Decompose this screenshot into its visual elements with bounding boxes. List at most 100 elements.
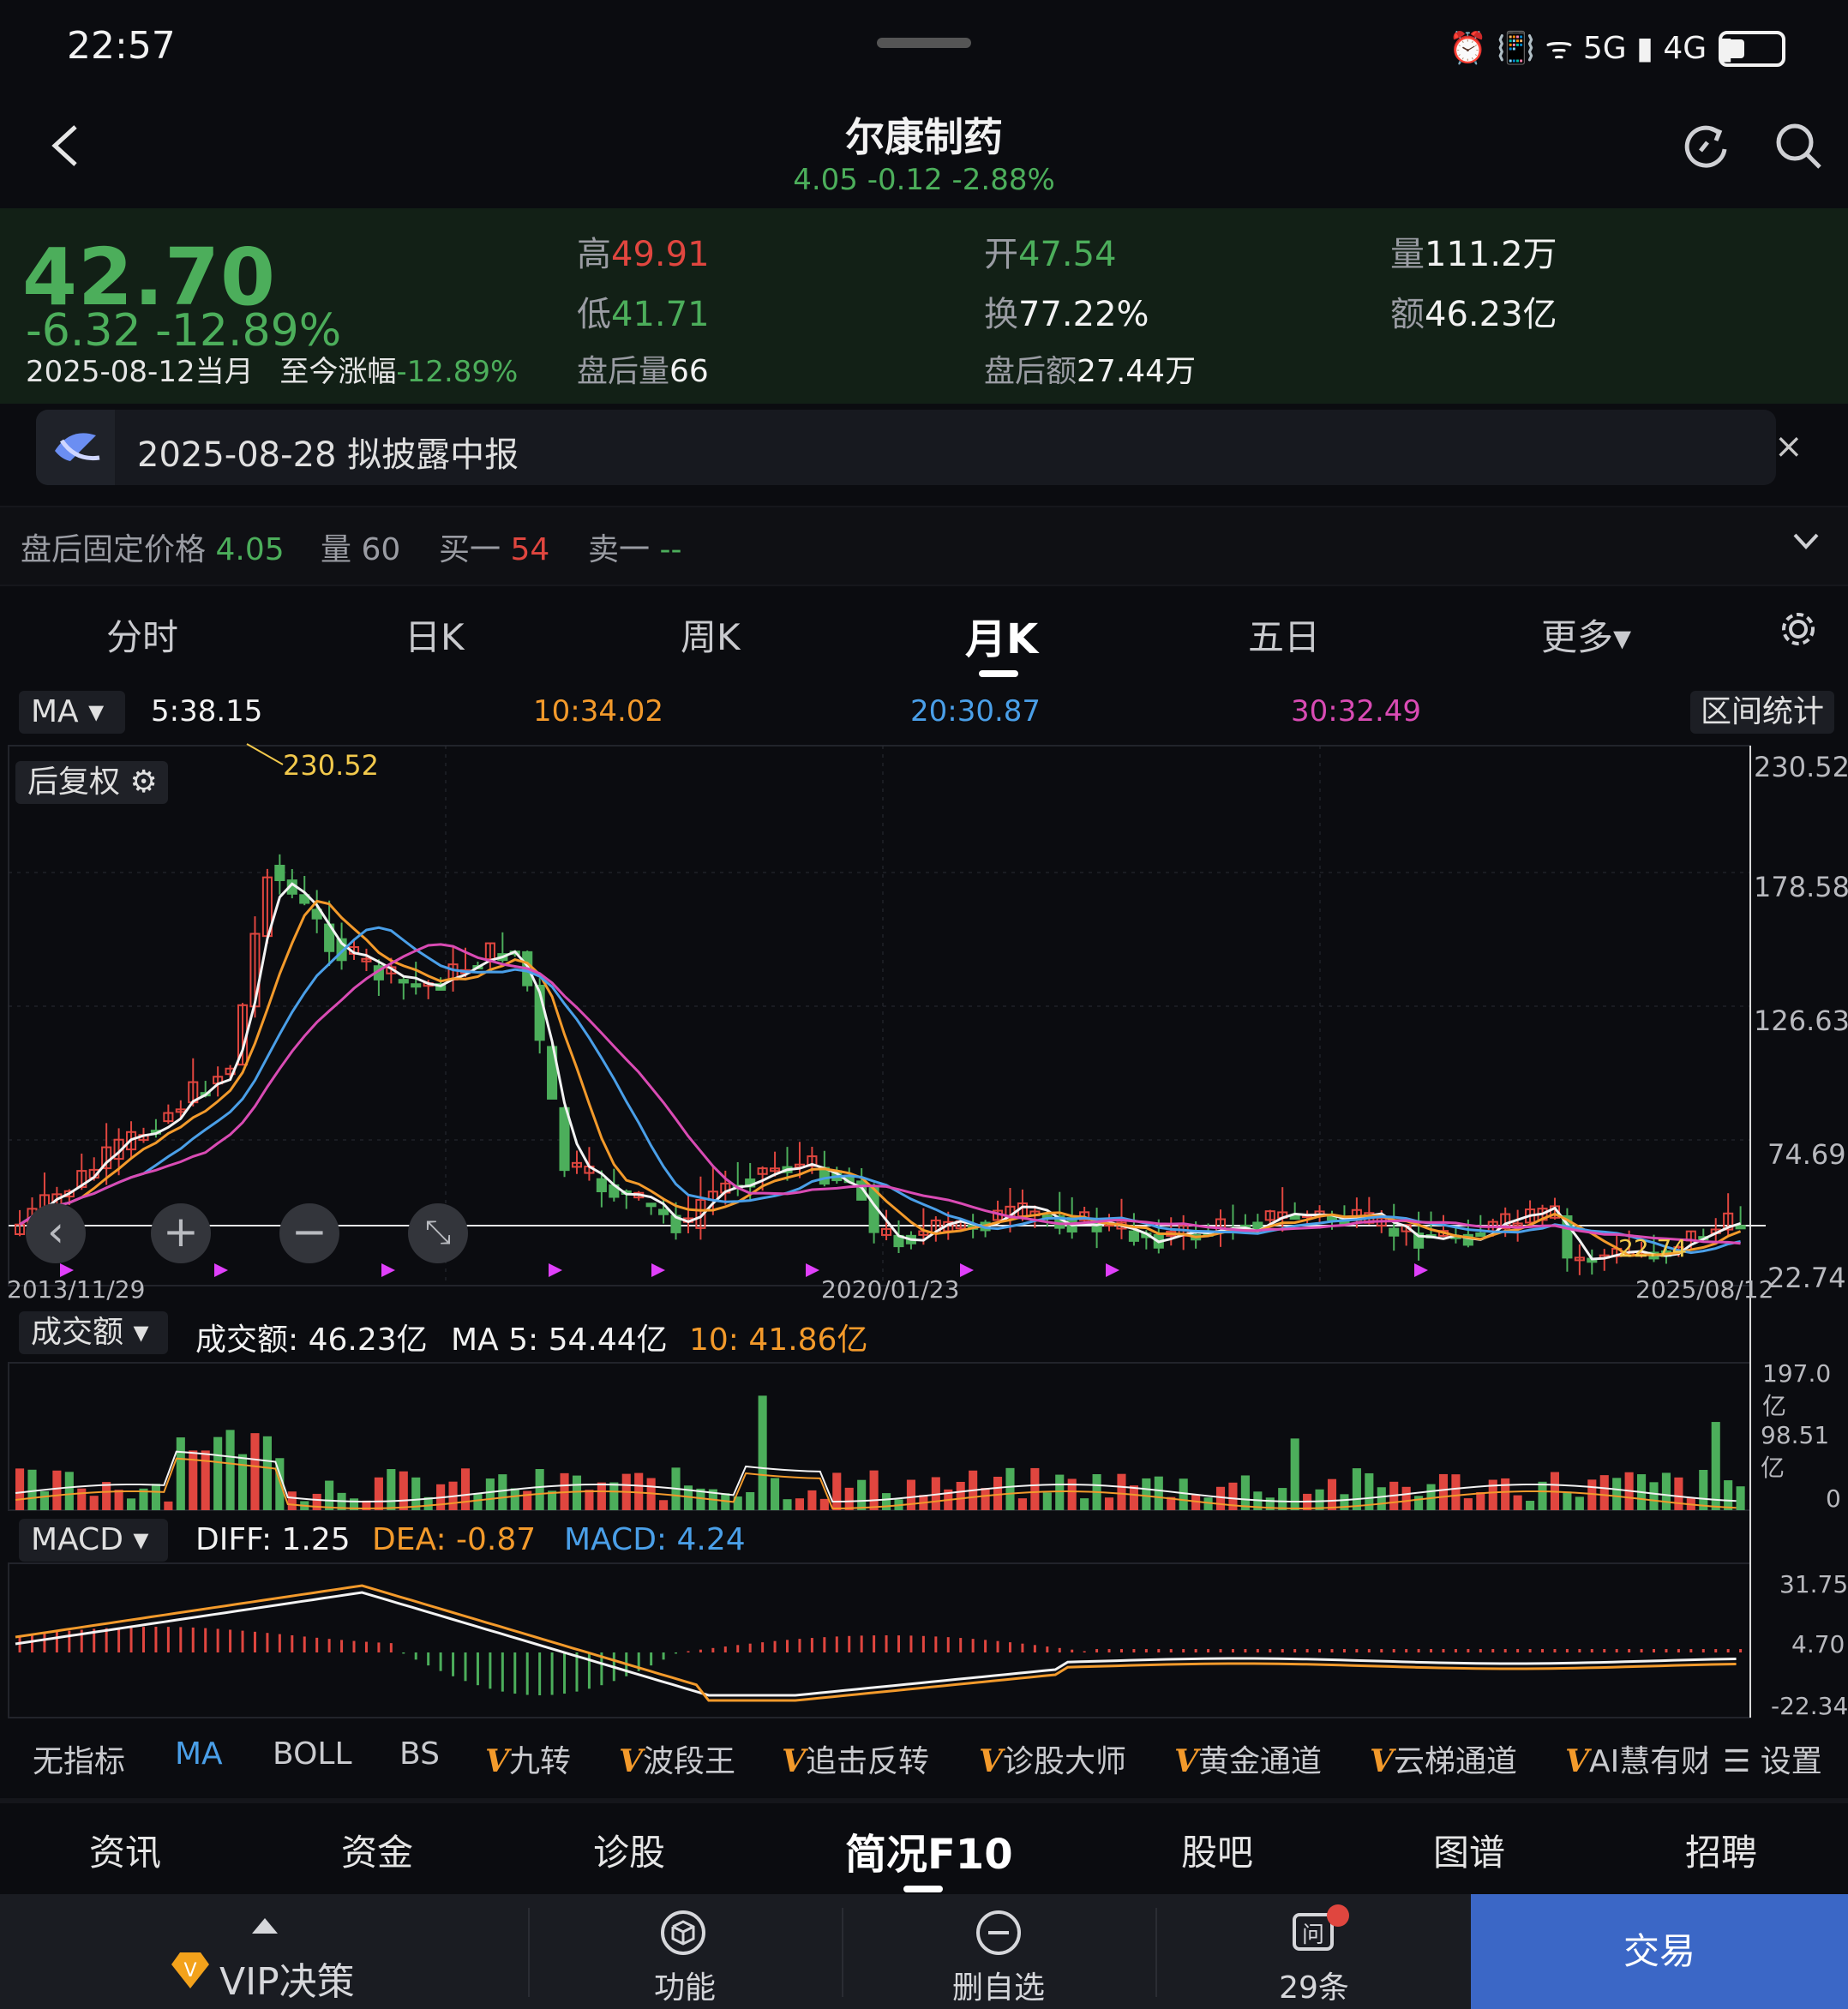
volume-bar bbox=[102, 1482, 111, 1510]
volume-bar bbox=[1414, 1496, 1424, 1510]
max-price-label: 230.52 bbox=[283, 749, 379, 782]
volume-bar bbox=[1513, 1495, 1522, 1510]
tab-jobs[interactable]: 招聘 bbox=[1685, 1824, 1757, 1876]
volume-bar bbox=[411, 1477, 421, 1510]
function-button[interactable]: 功能 bbox=[621, 1963, 749, 2007]
vol-tick-2: 0 bbox=[1826, 1484, 1841, 1513]
candle-body bbox=[1735, 1225, 1746, 1230]
vol-tick-0: 197.0亿 bbox=[1762, 1359, 1832, 1420]
ind-zhuiji[interactable]: V追击反转 bbox=[782, 1736, 929, 1781]
volume-bar bbox=[1290, 1438, 1299, 1510]
ind-settings[interactable]: ☰ 设置 bbox=[1719, 1736, 1822, 1781]
bs-marker bbox=[1414, 1263, 1428, 1277]
volume-bars bbox=[15, 1395, 1745, 1510]
fullscreen-button[interactable]: ⤡ bbox=[408, 1203, 468, 1263]
adjust-tag[interactable]: 后复权 ⚙ bbox=[15, 761, 168, 804]
ind-ma[interactable]: MA bbox=[175, 1736, 223, 1772]
volume-bar bbox=[151, 1484, 160, 1510]
macd-tick-2: -22.34 bbox=[1771, 1692, 1848, 1720]
volume-bar bbox=[1142, 1478, 1151, 1510]
ind-boduanwang[interactable]: V波段王 bbox=[619, 1736, 735, 1781]
ind-zhengu[interactable]: V诊股大师 bbox=[979, 1736, 1126, 1781]
ind-boll[interactable]: BOLL bbox=[273, 1736, 352, 1772]
volume-bar bbox=[1488, 1479, 1497, 1510]
macd-tick-1: 4.70 bbox=[1791, 1630, 1845, 1658]
volume-bar bbox=[659, 1500, 669, 1510]
notification-dot bbox=[1327, 1904, 1349, 1927]
zoom-in-button[interactable]: + bbox=[151, 1203, 211, 1263]
volume-bar bbox=[1067, 1478, 1077, 1510]
candle-body bbox=[596, 1178, 607, 1193]
candle-body bbox=[1475, 1232, 1486, 1237]
volume-bar bbox=[15, 1468, 25, 1510]
macd-diff: DIFF: 1.25 bbox=[195, 1522, 351, 1557]
toolbar-divider bbox=[1155, 1908, 1157, 1997]
vip-decision-button[interactable]: VIP决策 bbox=[219, 1951, 355, 2006]
volume-bar bbox=[325, 1480, 334, 1510]
svg-text:问: 问 bbox=[1302, 1922, 1324, 1948]
volume-bar bbox=[1711, 1422, 1720, 1510]
messages-button[interactable]: 29条 bbox=[1250, 1963, 1378, 2007]
ind-jiuzhuan[interactable]: V九转 bbox=[485, 1736, 571, 1781]
volume-bar bbox=[64, 1472, 74, 1510]
ma-lines bbox=[19, 882, 1742, 1261]
y-tick-0: 230.52 bbox=[1754, 751, 1848, 783]
volume-bar bbox=[1179, 1478, 1188, 1510]
trade-button[interactable]: 交易 bbox=[1471, 1894, 1848, 2009]
volume-bar bbox=[1612, 1478, 1622, 1510]
volume-bar bbox=[176, 1437, 185, 1510]
tab-graph[interactable]: 图谱 bbox=[1433, 1824, 1505, 1876]
volume-bar bbox=[1240, 1475, 1250, 1510]
volume-bar bbox=[1476, 1491, 1485, 1510]
volume-bar bbox=[1055, 1474, 1065, 1510]
volume-bar bbox=[869, 1470, 879, 1510]
ind-bs[interactable]: BS bbox=[399, 1736, 440, 1772]
volume-bar bbox=[498, 1474, 507, 1510]
ind-yunti[interactable]: V云梯通道 bbox=[1370, 1736, 1517, 1781]
kline-chart[interactable] bbox=[0, 0, 1848, 2009]
zoom-out-button[interactable]: − bbox=[279, 1203, 339, 1263]
chevron-up-icon[interactable] bbox=[250, 1916, 279, 1939]
volume-bar bbox=[510, 1488, 519, 1510]
macd-value: MACD: 4.24 bbox=[564, 1522, 746, 1557]
volume-bar bbox=[882, 1493, 891, 1510]
cube-icon bbox=[660, 1910, 706, 1959]
macd-indicator-select[interactable]: MACD ▾ bbox=[19, 1519, 168, 1562]
candle-body bbox=[1128, 1230, 1139, 1242]
volume-bar bbox=[1005, 1467, 1015, 1510]
candle-body bbox=[645, 1202, 657, 1208]
volume-bar bbox=[535, 1469, 544, 1510]
ind-ai[interactable]: VAI慧有财 bbox=[1565, 1736, 1707, 1781]
volume-bar bbox=[857, 1479, 867, 1510]
macd-series bbox=[15, 1584, 1743, 1702]
scroll-left-button[interactable]: ‹ bbox=[26, 1203, 86, 1263]
ind-none[interactable]: 无指标 bbox=[33, 1736, 125, 1781]
volume-bar bbox=[832, 1472, 842, 1510]
ind-huangjin[interactable]: V黄金通道 bbox=[1174, 1736, 1322, 1781]
volume-bar bbox=[956, 1481, 965, 1510]
volume-bar bbox=[1278, 1488, 1287, 1510]
y-tick-2: 126.63 bbox=[1754, 1004, 1848, 1037]
tab-forum[interactable]: 股吧 bbox=[1181, 1824, 1253, 1876]
tab-funds[interactable]: 资金 bbox=[341, 1824, 413, 1876]
volume-bar bbox=[572, 1475, 582, 1510]
volume-bar bbox=[39, 1490, 49, 1510]
vol-tick-1: 98.51亿 bbox=[1761, 1421, 1830, 1482]
volume-bar bbox=[237, 1454, 248, 1510]
volume-bar bbox=[485, 1478, 495, 1510]
macd-tick-0: 31.75 bbox=[1779, 1570, 1848, 1598]
volume-bar bbox=[1599, 1475, 1609, 1510]
volume-bar bbox=[89, 1496, 99, 1510]
volume-bar bbox=[1215, 1486, 1226, 1510]
tab-news[interactable]: 资讯 bbox=[89, 1824, 161, 1876]
volume-bar bbox=[1017, 1498, 1027, 1510]
volume-bar bbox=[1563, 1491, 1572, 1510]
volume-bar bbox=[1377, 1487, 1386, 1510]
remove-watchlist-button[interactable]: 删自选 bbox=[934, 1963, 1063, 2007]
volume-bar bbox=[1463, 1498, 1473, 1510]
tab-f10[interactable]: 简况F10 bbox=[845, 1820, 1013, 1880]
volume-bar bbox=[1104, 1497, 1114, 1510]
volume-bar bbox=[1451, 1474, 1461, 1510]
volume-indicator-select[interactable]: 成交额 ▾ bbox=[19, 1311, 168, 1354]
tab-diagnose[interactable]: 诊股 bbox=[593, 1824, 665, 1876]
